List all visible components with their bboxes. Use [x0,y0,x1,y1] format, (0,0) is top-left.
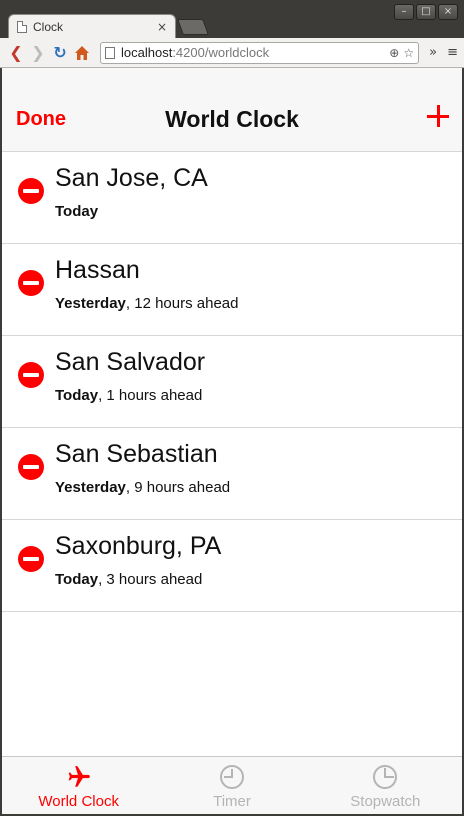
airplane-icon [66,763,92,791]
plus-icon[interactable] [426,104,450,128]
overflow-chevron-icon[interactable]: » [429,45,437,60]
timer-icon [219,763,245,791]
tab-world-clock[interactable]: World Clock [2,757,155,814]
city-time-info: Yesterday, 9 hours ahead [55,479,231,496]
city-name: Saxonburg, PA [55,532,222,560]
browser-chrome: Clock × – □ × ❮ ❯ ↻ localhost:4200/world… [0,0,464,68]
forward-arrow-icon[interactable]: ❯ [28,43,48,63]
delete-icon[interactable] [18,178,44,204]
clock-list: San Jose, CA Today Hassan Yesterday, 12 … [2,152,462,612]
page-icon [105,46,115,59]
url-text[interactable]: localhost:4200/worldclock [121,45,389,60]
delete-icon[interactable] [18,546,44,572]
city-name: Hassan [55,256,140,284]
menu-icon[interactable]: ≡ [447,45,458,60]
home-icon[interactable] [72,43,92,63]
window-controls: – □ × [394,4,458,20]
browser-toolbar: ❮ ❯ ↻ localhost:4200/worldclock ⊕ ☆ » ≡ [0,38,464,68]
list-item: Hassan Yesterday, 12 hours ahead [2,244,462,336]
delete-icon[interactable] [18,454,44,480]
list-item: San Salvador Today, 1 hours ahead [2,336,462,428]
bottom-tab-bar: World Clock Timer Stopwatch [2,756,462,814]
page-icon [17,20,27,33]
tab-label: World Clock [38,793,119,810]
list-item: San Jose, CA Today [2,152,462,244]
back-arrow-icon[interactable]: ❮ [6,43,26,63]
tab-close-icon[interactable]: × [157,20,167,34]
city-name: San Sebastian [55,440,218,468]
city-time-info: Today [55,203,99,220]
delete-icon[interactable] [18,270,44,296]
city-time-info: Today, 3 hours ahead [55,571,203,588]
list-item: San Sebastian Yesterday, 9 hours ahead [2,428,462,520]
tab-label: Stopwatch [350,793,421,810]
maximize-button[interactable]: □ [416,4,436,20]
zoom-icon[interactable]: ⊕ [389,46,399,60]
minimize-button[interactable]: – [394,4,414,20]
new-tab-button[interactable] [177,19,209,35]
nav-header: Done World Clock [2,68,462,152]
close-window-button[interactable]: × [438,4,458,20]
stopwatch-icon [372,763,398,791]
city-name: San Jose, CA [55,164,208,192]
page-viewport: Done World Clock San Jose, CA Today Hass… [2,68,462,814]
bookmark-star-icon[interactable]: ☆ [403,46,414,60]
page-title: World Clock [165,106,299,132]
reload-icon[interactable]: ↻ [50,43,70,63]
list-item: Saxonburg, PA Today, 3 hours ahead [2,520,462,612]
city-time-info: Today, 1 hours ahead [55,387,203,404]
browser-tab[interactable]: Clock × [8,14,176,38]
tab-label: Timer [213,793,251,810]
tab-title: Clock [33,19,64,34]
city-name: San Salvador [55,348,206,376]
address-bar[interactable]: localhost:4200/worldclock ⊕ ☆ [100,41,420,64]
tab-stopwatch[interactable]: Stopwatch [309,757,462,814]
city-time-info: Yesterday, 12 hours ahead [55,295,239,312]
tab-timer[interactable]: Timer [155,757,308,814]
delete-icon[interactable] [18,362,44,388]
